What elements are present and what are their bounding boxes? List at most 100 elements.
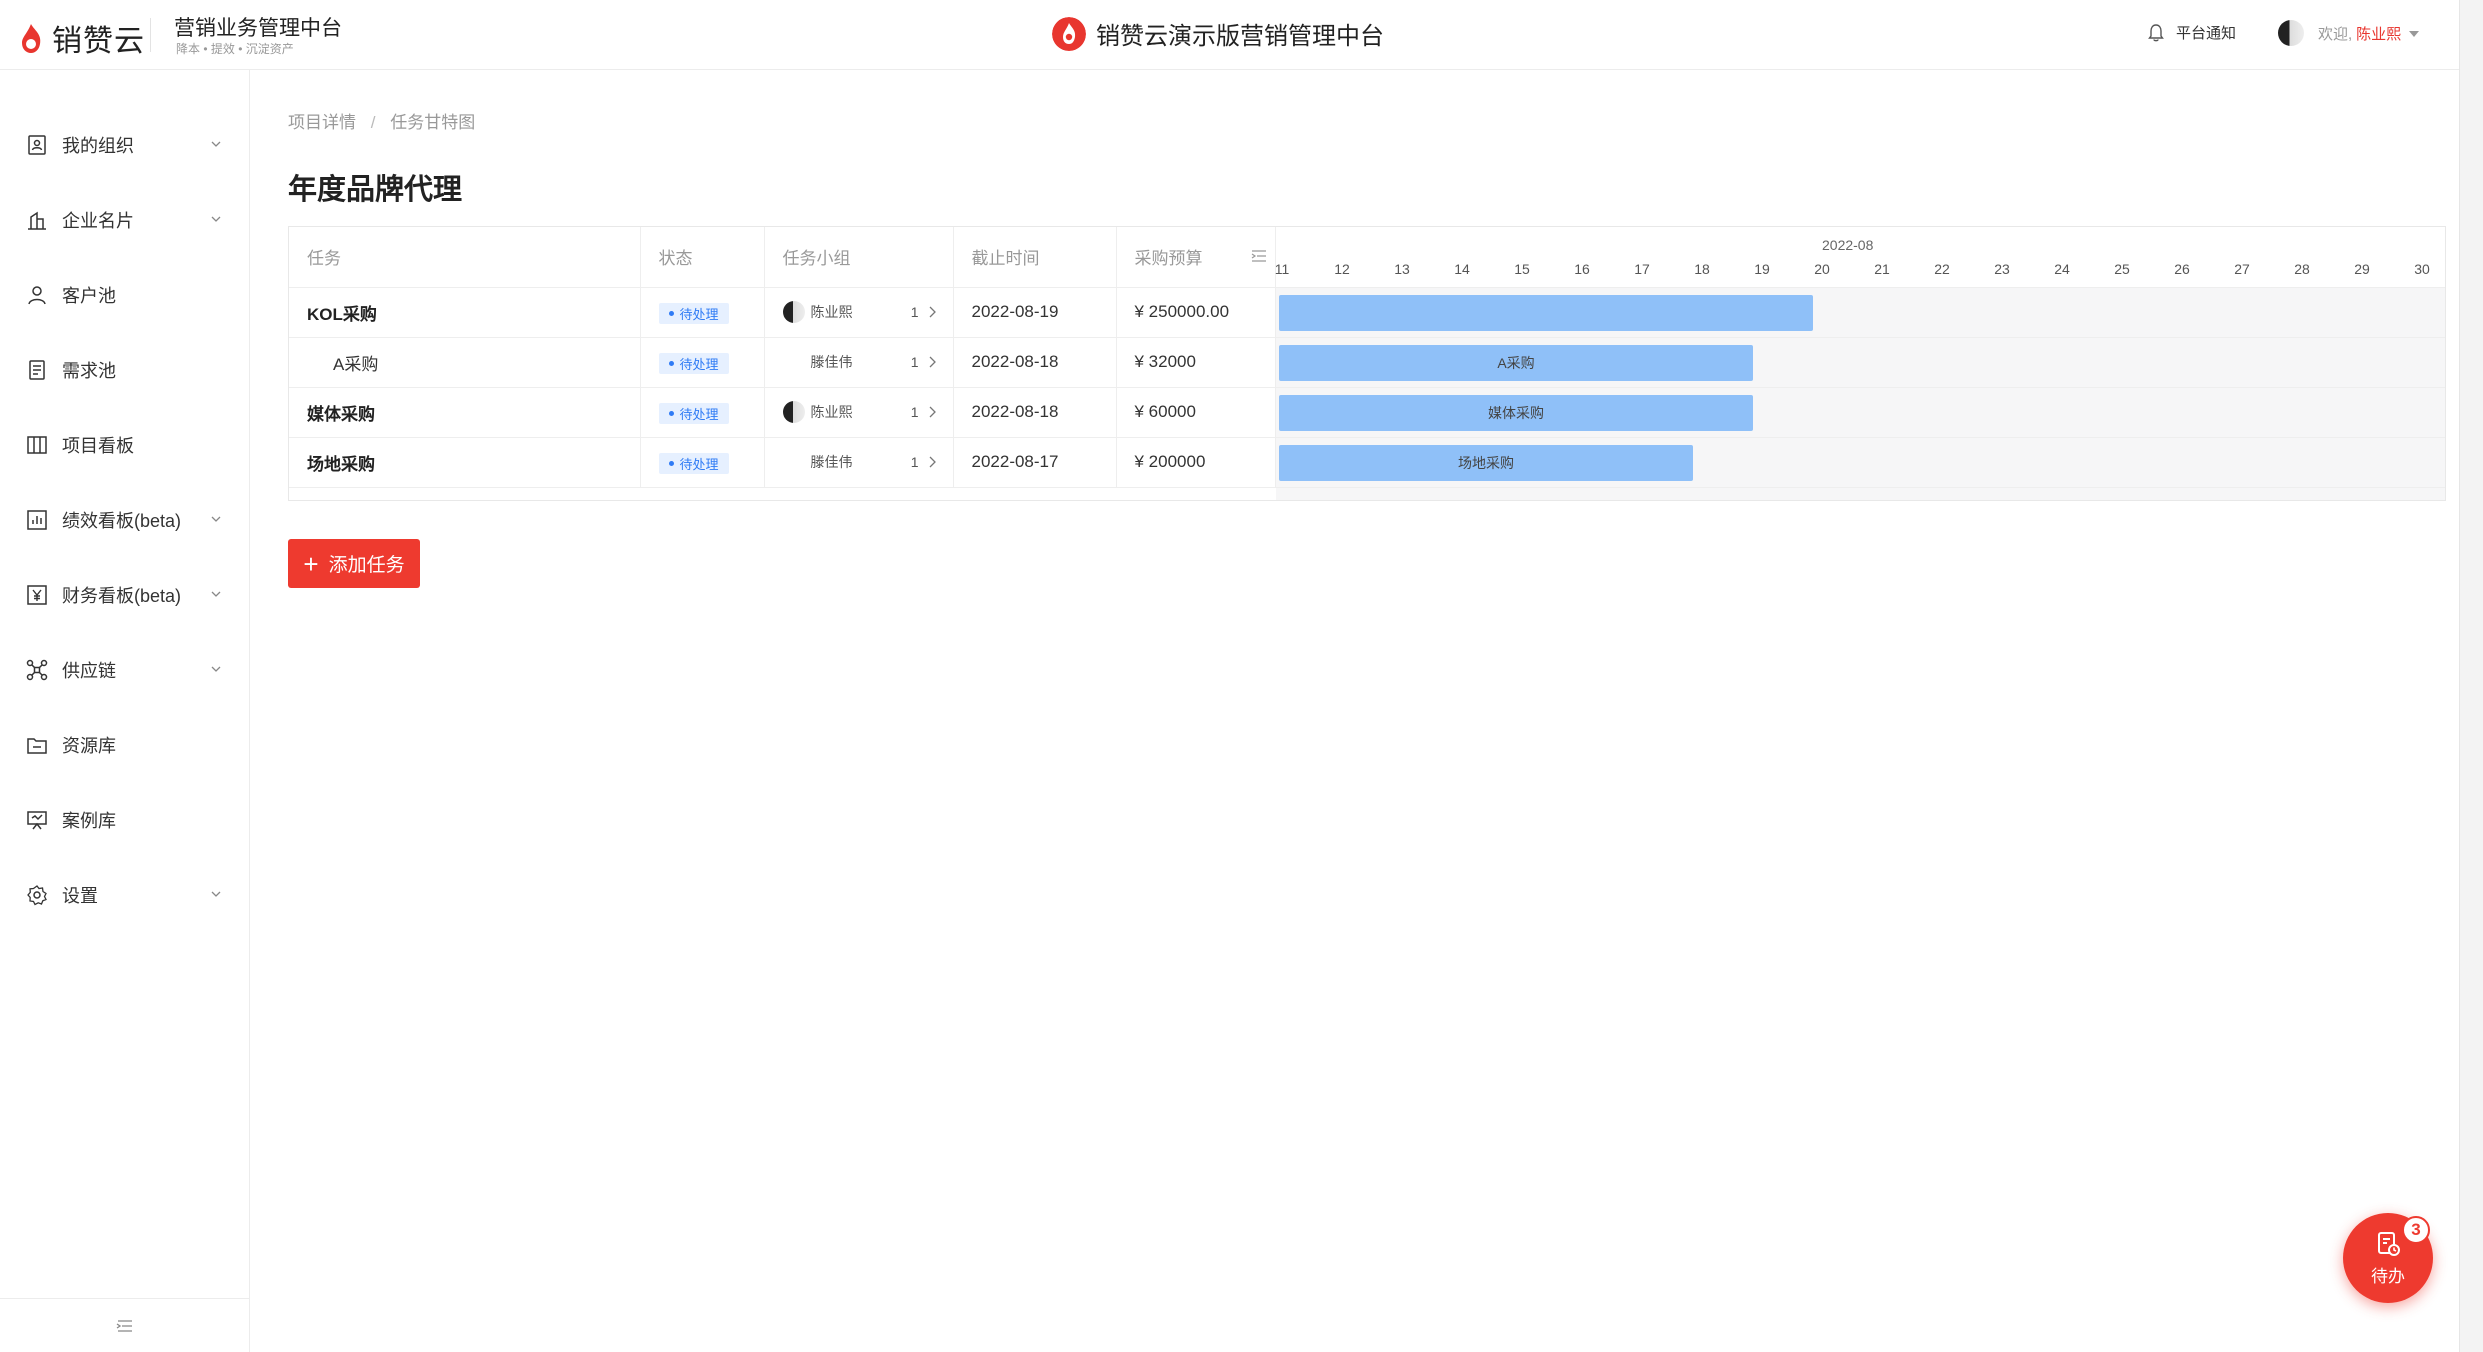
brand-icon [1052, 16, 1086, 51]
sidebar-item-org[interactable]: 我的组织 [0, 115, 249, 175]
gantt-bar[interactable]: 场地采购 [1279, 445, 1693, 481]
sidebar-collapse-button[interactable] [0, 1298, 249, 1352]
timeline-month-label: 2022-08 [1822, 237, 1874, 253]
column-header-status: 状态 [640, 227, 765, 288]
welcome-text: 欢迎, [2318, 25, 2353, 43]
sidebar-item-case-library[interactable]: 案例库 [0, 790, 249, 850]
sidebar-item-label: 财务看板(beta) [62, 586, 182, 606]
budget-cell: ¥ 60000 [1116, 387, 1276, 438]
chevron-down-icon [211, 891, 221, 897]
sidebar-item-label: 需求池 [62, 361, 116, 381]
avatar-placeholder [783, 451, 805, 473]
org-icon [28, 135, 46, 155]
member-name: 陈业熙 [810, 404, 853, 420]
gantt-bar[interactable]: A采购 [1279, 345, 1753, 381]
yen-icon [27, 585, 47, 605]
timeline-row: 媒体采购 [1276, 388, 2445, 438]
table-row[interactable]: 媒体采购 待处理 陈业熙 1 2022-08-18 ¥ 60000 [289, 387, 1276, 438]
sidebar-item-finance-board[interactable]: 财务看板(beta) [0, 565, 249, 625]
page-title: 年度品牌代理 [288, 174, 463, 206]
deadline-cell: 2022-08-18 [953, 337, 1117, 388]
system-subtitle: 降本 • 提效 • 沉淀资产 [176, 42, 294, 56]
sidebar-item-performance-board[interactable]: 绩效看板(beta) [0, 490, 249, 550]
group-cell[interactable]: 滕佳伟 1 [783, 351, 953, 373]
timeline-day-25: 25 [2114, 261, 2130, 277]
gantt-chart: 任务 状态 任务小组 截止时间 采购预算 KOL采购 待处理 陈业熙 1 202… [288, 226, 2446, 501]
column-header-budget: 采购预算 [1116, 227, 1276, 288]
task-name[interactable]: A采购 [289, 337, 641, 388]
task-name[interactable]: KOL采购 [289, 287, 641, 338]
table-row[interactable]: A采购 待处理 滕佳伟 1 2022-08-18 ¥ 32000 [289, 337, 1276, 388]
avatar [782, 301, 805, 323]
timeline-day-27: 27 [2234, 261, 2250, 277]
timeline-day-11: 11 [1274, 261, 1290, 277]
task-name[interactable]: 场地采购 [289, 437, 641, 488]
member-count: 1 [910, 454, 919, 470]
timeline-day-15: 15 [1514, 261, 1530, 277]
budget-cell: ¥ 32000 [1116, 337, 1276, 388]
sidebar-item-settings[interactable]: 设置 [0, 865, 249, 925]
chevron-right-icon [929, 456, 936, 468]
sidebar-item-label: 企业名片 [62, 211, 134, 231]
platform-notification[interactable]: 平台通知 [2148, 22, 2236, 43]
avatar [782, 401, 805, 423]
timeline-day-20: 20 [1814, 261, 1830, 277]
sidebar-item-supply-chain[interactable]: 供应链 [0, 640, 249, 700]
sidebar-item-customer-pool[interactable]: 客户池 [0, 265, 249, 325]
board-icon [27, 436, 47, 454]
sidebar-item-company-card[interactable]: 企业名片 [0, 190, 249, 250]
sidebar-item-label: 绩效看板(beta) [62, 511, 182, 531]
task-name[interactable]: 媒体采购 [289, 387, 641, 438]
clipboard-clock-icon [2378, 1231, 2400, 1256]
todo-label: 待办 [2371, 1266, 2405, 1286]
page-root: 销赞云 营销业务管理中台 降本 • 提效 • 沉淀资产 销赞云演示版营销管理中台… [0, 0, 2483, 1352]
sidebar-item-label: 客户池 [62, 286, 116, 306]
user-icon [28, 286, 46, 305]
building-icon [28, 211, 46, 230]
table-row[interactable]: KOL采购 待处理 陈业熙 1 2022-08-19 ¥ 250000.00 [289, 287, 1276, 338]
add-task-button[interactable]: + 添加任务 [288, 539, 420, 588]
chevron-down-icon [211, 591, 221, 597]
timeline-day-12: 12 [1334, 261, 1350, 277]
user-menu[interactable]: 欢迎, 陈业熙 [2278, 20, 2420, 46]
timeline-day-19: 19 [1754, 261, 1770, 277]
center-brand: 销赞云演示版营销管理中台 [1052, 16, 1384, 51]
plus-icon: + [303, 548, 319, 579]
budget-cell: ¥ 250000.00 [1116, 287, 1276, 338]
gantt-bar[interactable] [1279, 295, 1813, 331]
notify-label: 平台通知 [2176, 25, 2237, 42]
timeline-row: 场地采购 [1276, 438, 2445, 488]
sidebar-item-label: 我的组织 [62, 136, 134, 156]
sidebar-item-resource-library[interactable]: 资源库 [0, 715, 249, 775]
group-cell[interactable]: 陈业熙 1 [782, 401, 953, 423]
chevron-right-icon [929, 406, 936, 418]
status-badge: 待处理 [658, 302, 729, 324]
column-header-group: 任务小组 [764, 227, 954, 288]
breadcrumb-item-project-detail[interactable]: 项目详情 [288, 113, 356, 132]
bell-icon [2148, 23, 2164, 41]
breadcrumb-item-gantt: 任务甘特图 [390, 113, 476, 132]
sidebar: 我的组织 企业名片 客户池 需求池 项目看板 绩效看板(beta) 财务看板(b… [0, 70, 250, 1352]
deadline-cell: 2022-08-19 [953, 287, 1117, 338]
app-logo[interactable]: 销赞云 [18, 16, 145, 60]
network-icon [26, 659, 48, 681]
timeline-day-26: 26 [2174, 261, 2190, 277]
group-cell[interactable]: 滕佳伟 1 [783, 451, 953, 473]
header-divider [150, 18, 151, 52]
table-header-row: 任务 状态 任务小组 截止时间 采购预算 [289, 227, 1276, 288]
column-menu-icon[interactable] [1251, 249, 1267, 263]
avatar-placeholder [783, 351, 805, 373]
timeline-day-16: 16 [1574, 261, 1590, 277]
gantt-bar[interactable]: 媒体采购 [1279, 395, 1753, 431]
group-cell[interactable]: 陈业熙 1 [782, 301, 953, 323]
todo-count-badge: 3 [2402, 1216, 2430, 1244]
sidebar-item-project-board[interactable]: 项目看板 [0, 415, 249, 475]
timeline-day-28: 28 [2294, 261, 2310, 277]
sidebar-item-demand-pool[interactable]: 需求池 [0, 340, 249, 400]
table-row[interactable]: 场地采购 待处理 滕佳伟 1 2022-08-17 ¥ 200000 [289, 437, 1276, 488]
presentation-icon [27, 811, 47, 830]
page-scrollbar[interactable] [2459, 0, 2483, 1352]
username: 陈业熙 [2356, 25, 2402, 43]
status-badge: 待处理 [658, 352, 729, 374]
chevron-right-icon [929, 306, 936, 318]
